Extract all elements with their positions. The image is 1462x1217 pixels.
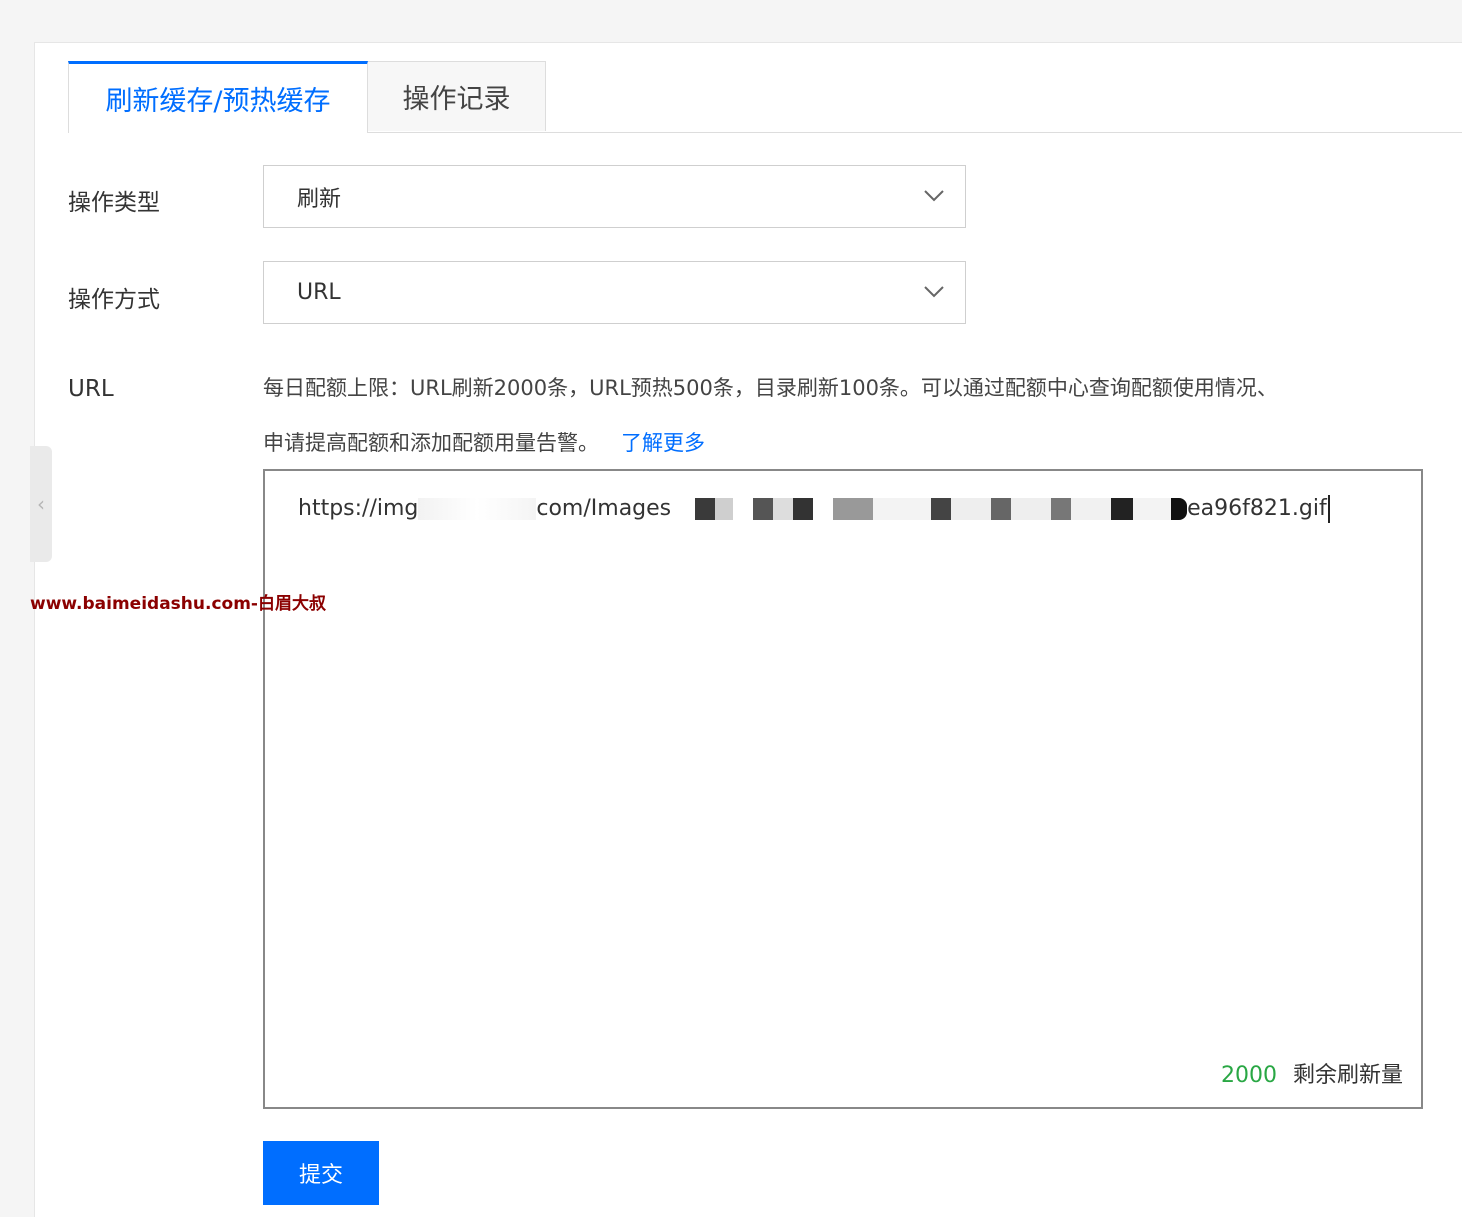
redacted-block — [1171, 498, 1188, 520]
redacted-block — [951, 498, 992, 520]
redacted-block — [991, 498, 1012, 520]
redacted-block — [873, 498, 932, 520]
remaining-counter: 2000 剩余刷新量 — [1221, 1057, 1403, 1089]
url-value-middle: com/Images — [536, 496, 672, 521]
redacted-block — [773, 498, 794, 520]
redacted-block — [813, 498, 834, 520]
url-label: URL — [68, 376, 114, 402]
operation-method-label: 操作方式 — [68, 287, 160, 313]
url-value-suffix: ea96f821.gif — [1187, 496, 1327, 521]
quota-hint-line2: 申请提高配额和添加配额用量告警。 了解更多 — [263, 427, 705, 457]
redacted-block — [715, 498, 734, 520]
quota-hint-line1: 每日配额上限：URL刷新2000条，URL预热500条，目录刷新100条。可以通… — [263, 376, 1278, 400]
chevron-left-icon: ‹ — [37, 492, 45, 516]
redacted-block — [793, 498, 814, 520]
url-textarea[interactable]: https://img com/Images ea96f821.gif 2000 剩余… — [263, 469, 1423, 1109]
redacted-block — [753, 498, 774, 520]
redacted-block — [1071, 498, 1112, 520]
chevron-down-icon — [924, 286, 944, 298]
chevron-down-icon — [924, 190, 944, 202]
operation-type-value: 刷新 — [297, 186, 342, 212]
redacted-block — [671, 498, 696, 520]
quota-hint-text: 申请提高配额和添加配额用量告警。 — [263, 431, 599, 455]
redacted-block — [733, 498, 754, 520]
redacted-block — [833, 498, 874, 520]
remaining-label: 剩余刷新量 — [1292, 1063, 1403, 1088]
sidebar-collapse-toggle[interactable]: ‹ — [30, 446, 52, 562]
text-caret — [1327, 495, 1330, 523]
tab-operation-records[interactable]: 操作记录 — [368, 61, 546, 131]
redacted-block — [1011, 498, 1052, 520]
watermark-text: www.baimeidashu.com-白眉大叔 — [30, 594, 326, 614]
operation-method-select[interactable]: URL — [263, 261, 966, 324]
tab-bar: 刷新缓存/预热缓存 操作记录 — [68, 61, 1462, 133]
redacted-block — [418, 498, 537, 520]
url-value-prefix: https://img — [298, 496, 419, 521]
url-input-value: https://img com/Images ea96f821.gif — [298, 495, 1330, 523]
redacted-block — [931, 498, 952, 520]
operation-type-label: 操作类型 — [68, 190, 160, 216]
tab-refresh-preheat[interactable]: 刷新缓存/预热缓存 — [68, 61, 368, 133]
operation-type-select[interactable]: 刷新 — [263, 165, 966, 228]
submit-button[interactable]: 提交 — [263, 1141, 379, 1205]
redacted-block — [695, 498, 716, 520]
redacted-block — [1133, 498, 1172, 520]
operation-method-value: URL — [297, 280, 341, 305]
redacted-block — [1111, 498, 1134, 520]
redacted-block — [1051, 498, 1072, 520]
remaining-count: 2000 — [1220, 1063, 1277, 1088]
learn-more-link[interactable]: 了解更多 — [621, 431, 705, 455]
